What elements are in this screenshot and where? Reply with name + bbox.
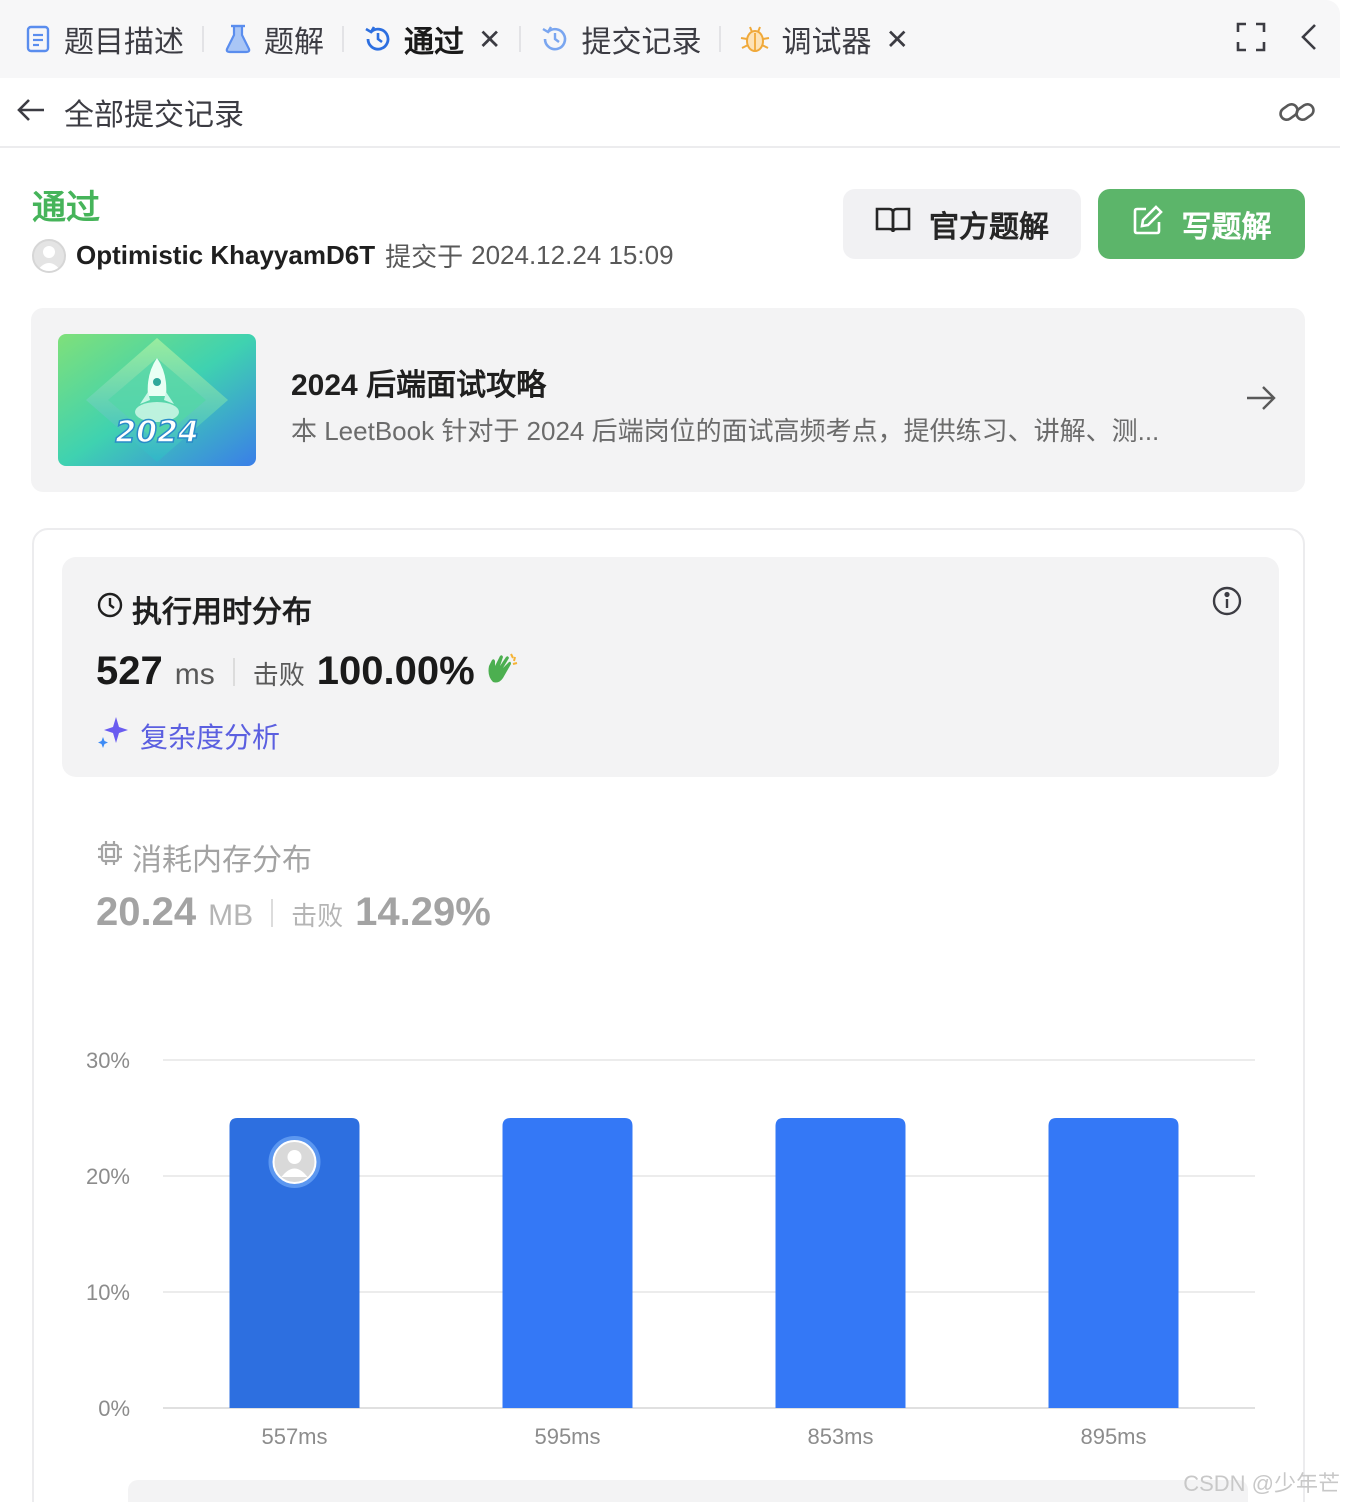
memory-value: 20.24	[96, 890, 197, 934]
tab-divider	[342, 26, 344, 52]
leetbook-cover: 2024	[58, 334, 256, 466]
y-tick-label: 20%	[86, 1164, 130, 1189]
chart-bar	[775, 1118, 906, 1408]
runtime-beat-percent: 100.00%	[316, 649, 475, 693]
book-open-icon	[875, 206, 911, 242]
history-icon	[539, 23, 571, 55]
x-tick-label: 853ms	[807, 1424, 873, 1449]
x-tick-label: 595ms	[534, 1424, 600, 1449]
official-solution-label: 官方题解	[929, 211, 1049, 244]
info-icon[interactable]	[1211, 585, 1243, 622]
fullscreen-icon[interactable]	[1236, 22, 1266, 57]
tab-divider	[719, 26, 722, 52]
runtime-panel[interactable]: 执行用时分布 527 ms 击败 100.00% 复杂度分析	[62, 557, 1279, 777]
runtime-title-text: 执行用时分布	[132, 596, 312, 629]
tab-submissions[interactable]: 提交记录	[539, 0, 701, 78]
sparkle-icon	[96, 715, 130, 756]
memory-title-text: 消耗内存分布	[132, 844, 312, 877]
runtime-value: 527	[96, 649, 163, 693]
write-solution-label: 写题解	[1181, 211, 1272, 244]
chip-icon	[96, 839, 124, 875]
runtime-beat-label: 击败	[252, 660, 305, 690]
metric-divider	[232, 657, 235, 686]
x-tick-label: 895ms	[1080, 1424, 1146, 1449]
complexity-analysis-label: 复杂度分析	[140, 721, 281, 753]
history-icon	[362, 23, 394, 55]
tab-label: 通过	[404, 26, 464, 59]
chart-bar	[1048, 1118, 1179, 1408]
leetbook-cover-text: 2024	[115, 415, 199, 450]
bug-icon	[739, 23, 771, 55]
memory-unit: MB	[208, 899, 254, 932]
runtime-unit: ms	[174, 658, 215, 691]
leetbook-title: 2024 后端面试攻略	[291, 369, 547, 402]
avatar-head	[287, 1150, 302, 1164]
memory-title: 消耗内存分布	[96, 835, 312, 879]
submission-status: 通过	[32, 189, 100, 227]
watermark: CSDN @少年芒	[1183, 1471, 1340, 1496]
close-icon[interactable]: ✕	[885, 23, 908, 56]
memory-beat-percent: 14.29%	[355, 890, 491, 934]
x-tick-label: 557ms	[261, 1424, 327, 1449]
arrow-left-icon[interactable]	[16, 97, 46, 128]
collapse-chevron-icon[interactable]	[1300, 22, 1318, 57]
document-icon	[22, 23, 54, 55]
y-tick-label: 0%	[98, 1396, 130, 1421]
runtime-title: 执行用时分布	[96, 587, 312, 631]
tab-bar-actions	[1236, 0, 1318, 78]
link-icon[interactable]	[1278, 96, 1316, 133]
avatar[interactable]	[32, 238, 66, 273]
clap-icon	[483, 652, 519, 691]
official-solution-button[interactable]: 官方题解	[843, 189, 1081, 259]
memory-metric: 20.24 MB 击败 14.29%	[96, 890, 491, 935]
footer-strip	[128, 1480, 1248, 1502]
memory-panel[interactable]: 消耗内存分布 20.24 MB 击败 14.29%	[62, 820, 1279, 960]
leetbook-card[interactable]: 2024 2024 后端面试攻略 本 LeetBook 针对于 2024 后端岗…	[31, 308, 1305, 492]
tab-debugger[interactable]: 调试器 ✕	[739, 0, 909, 78]
tab-bar: 题目描述 题解 通过 ✕ 提交记录 调试器 ✕	[0, 0, 1340, 78]
runtime-metric: 527 ms 击败 100.00%	[96, 649, 519, 694]
tab-label: 提交记录	[581, 26, 702, 59]
tab-accepted[interactable]: 通过 ✕	[362, 0, 501, 78]
tab-label: 调试器	[781, 26, 872, 59]
flask-icon	[222, 23, 254, 55]
complexity-analysis-link[interactable]: 复杂度分析	[96, 715, 280, 756]
clock-icon	[96, 591, 124, 627]
y-tick-label: 10%	[86, 1280, 130, 1305]
y-tick-label: 30%	[86, 1048, 130, 1073]
all-submissions-title[interactable]: 全部提交记录	[64, 90, 244, 134]
memory-beat-label: 击败	[291, 901, 344, 931]
submitted-time: 2024.12.24 15:09	[471, 240, 674, 270]
metric-divider	[271, 898, 274, 927]
submission-meta: Optimistic KhayyamD6T 提交于 2024.12.24 15:…	[32, 237, 674, 274]
username[interactable]: Optimistic KhayyamD6T	[76, 240, 375, 271]
tab-description[interactable]: 题目描述	[22, 0, 184, 78]
arrow-right-icon	[1245, 384, 1277, 417]
chart-bar	[502, 1118, 633, 1408]
write-solution-button[interactable]: 写题解	[1098, 189, 1305, 259]
submission-header: 全部提交记录	[0, 78, 1340, 148]
tab-label: 题解	[264, 26, 324, 59]
leetbook-description: 本 LeetBook 针对于 2024 后端岗位的面试高频考点，提供练习、讲解、…	[291, 416, 1160, 446]
edit-icon	[1132, 204, 1164, 244]
close-icon[interactable]: ✕	[478, 23, 501, 56]
tab-divider	[519, 26, 522, 52]
tab-label: 题目描述	[64, 26, 184, 59]
tab-solutions[interactable]: 题解	[222, 0, 324, 78]
submitted-label: 提交于	[385, 242, 464, 272]
tab-divider	[202, 26, 204, 52]
